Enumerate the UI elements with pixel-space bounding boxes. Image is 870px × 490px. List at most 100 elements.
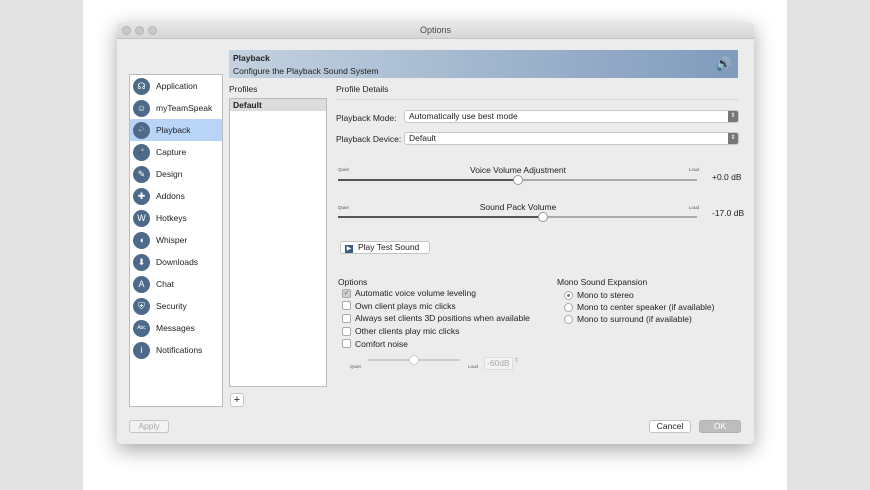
ok-button[interactable]: OK: [699, 420, 741, 433]
checkbox[interactable]: [342, 313, 351, 323]
play-test-sound-button[interactable]: ▶ Play Test Sound: [340, 241, 430, 254]
option-checkbox[interactable]: Always set clients 3D positions when ava…: [342, 312, 530, 325]
cancel-button[interactable]: Cancel: [649, 420, 691, 433]
sidebar-item-label: Messages: [156, 323, 195, 333]
sidebar-item-addons[interactable]: ✚ Addons: [130, 185, 222, 207]
voice-volume-value: +0.0 dB: [712, 172, 742, 182]
add-profile-button[interactable]: +: [230, 393, 244, 407]
sidebar-item-design[interactable]: ✎ Design: [130, 163, 222, 185]
option-label: Automatic voice volume leveling: [355, 288, 476, 299]
minimize-button[interactable]: [135, 26, 144, 35]
slider-thumb[interactable]: [409, 355, 419, 365]
option-checkbox[interactable]: ✓ Automatic voice volume leveling: [342, 287, 530, 300]
messages-icon: Abc: [133, 319, 150, 337]
page-header: Playback Configure the Playback Sound Sy…: [229, 50, 738, 78]
mono-radio-option[interactable]: Mono to stereo: [564, 289, 715, 301]
sidebar-item-capture[interactable]: 🎤 Capture: [130, 141, 222, 163]
sidebar-item-security[interactable]: ⛨ Security: [130, 295, 222, 317]
option-label: Other clients play mic clicks: [355, 326, 460, 337]
sidebar-item-label: Hotkeys: [156, 213, 187, 223]
chevron-updown-icon: ⇕: [728, 111, 738, 122]
title-bar: Options: [117, 22, 754, 39]
mono-expansion-label: Mono Sound Expansion: [557, 277, 648, 287]
download-icon: ⬇: [133, 253, 150, 271]
option-label: Own client plays mic clicks: [355, 300, 456, 311]
checkbox[interactable]: ✓: [342, 288, 351, 298]
comfort-noise-input[interactable]: -60dB: [484, 357, 513, 370]
sound-pack-value: -17.0 dB: [712, 208, 745, 218]
option-checkbox[interactable]: Own client plays mic clicks: [342, 300, 530, 313]
play-icon: ▶: [345, 245, 353, 253]
apply-button[interactable]: Apply: [129, 420, 169, 433]
playback-mode-select[interactable]: Automatically use best mode ⇕: [404, 110, 739, 123]
soundpack-loud-label: Loud: [689, 205, 700, 210]
comfort-loud-label: Loud: [468, 364, 479, 369]
playback-device-value: Default: [409, 133, 436, 143]
sound-pack-label: Sound Pack Volume: [479, 202, 557, 212]
slider-thumb[interactable]: [537, 212, 548, 222]
headset-icon: ☊: [133, 77, 150, 95]
playback-device-label: Playback Device:: [336, 134, 402, 144]
sidebar-item-label: Design: [156, 169, 183, 179]
slider-thumb[interactable]: [512, 175, 523, 185]
page-title: Playback: [233, 53, 270, 63]
sidebar-item-playback[interactable]: 🔊 Playback: [130, 119, 222, 141]
options-label: Options: [338, 277, 368, 287]
mono-options: Mono to stereo Mono to center speaker (if…: [564, 289, 715, 325]
mono-radio-option[interactable]: Mono to center speaker (if available): [564, 301, 715, 313]
sidebar-item-chat[interactable]: A Chat: [130, 273, 222, 295]
radio-label: Mono to surround (if available): [577, 314, 692, 324]
sidebar-item-label: Downloads: [156, 257, 199, 267]
checkbox[interactable]: [342, 339, 351, 349]
sound-pack-slider[interactable]: [338, 212, 697, 222]
page-subtitle: Configure the Playback Sound System: [233, 66, 379, 76]
sidebar-item-whisper[interactable]: ◖ Whisper: [130, 229, 222, 251]
voice-volume-slider[interactable]: [338, 175, 697, 185]
speaker-icon: 🔊: [715, 56, 732, 71]
sidebar-item-hotkeys[interactable]: W Hotkeys: [130, 207, 222, 229]
microphone-icon: 🎤: [133, 143, 150, 161]
sidebar-item-myteamspeak[interactable]: ☺ myTeamSpeak: [130, 97, 222, 119]
stepper-icon[interactable]: ⇕: [514, 357, 519, 364]
mono-radio-option[interactable]: Mono to surround (if available): [564, 313, 715, 325]
sidebar-item-label: Addons: [156, 191, 185, 201]
profile-details-label: Profile Details: [336, 84, 389, 94]
comfort-noise-slider[interactable]: [368, 355, 460, 365]
sidebar-item-label: Application: [156, 81, 198, 91]
slider-fill: [338, 216, 543, 218]
sidebar-item-label: Security: [156, 301, 187, 311]
radio-label: Mono to center speaker (if available): [577, 302, 715, 312]
keyboard-icon: W: [133, 209, 150, 227]
radio-button[interactable]: [564, 290, 573, 300]
profiles-list[interactable]: Default: [229, 98, 327, 387]
pen-icon: ✎: [133, 165, 150, 183]
checkbox[interactable]: [342, 326, 351, 336]
sidebar-item-downloads[interactable]: ⬇ Downloads: [130, 251, 222, 273]
options-list: ✓ Automatic voice volume leveling Own clie…: [342, 287, 530, 350]
sidebar: ☊ Application ☺ myTeamSpeak 🔊 Playback 🎤 Captur…: [129, 74, 223, 407]
sidebar-item-messages[interactable]: Abc Messages: [130, 317, 222, 339]
option-checkbox[interactable]: Comfort noise: [342, 337, 530, 350]
checkbox[interactable]: [342, 301, 351, 311]
playback-device-select[interactable]: Default ⇕: [404, 132, 739, 145]
options-window: Options ☊ Application ☺ myTeamSpeak 🔊 Playbac…: [117, 22, 754, 444]
sidebar-item-notifications[interactable]: i Notifications: [130, 339, 222, 361]
option-label: Comfort noise: [355, 338, 408, 349]
option-checkbox[interactable]: Other clients play mic clicks: [342, 325, 530, 338]
chat-icon: A: [133, 275, 150, 293]
sidebar-item-label: myTeamSpeak: [156, 103, 213, 113]
sidebar-item-label: Playback: [156, 125, 191, 135]
radio-button[interactable]: [564, 314, 573, 324]
radio-button[interactable]: [564, 302, 573, 312]
shield-icon: ⛨: [133, 297, 150, 315]
sidebar-item-application[interactable]: ☊ Application: [130, 75, 222, 97]
sidebar-item-label: Capture: [156, 147, 187, 157]
whisper-icon: ◖: [133, 231, 150, 249]
close-button[interactable]: [122, 26, 131, 35]
play-test-label: Play Test Sound: [358, 242, 420, 252]
puzzle-icon: ✚: [133, 187, 150, 205]
profile-item-default[interactable]: Default: [230, 99, 326, 111]
user-icon: ☺: [133, 99, 150, 117]
slider-fill: [368, 359, 414, 361]
zoom-button[interactable]: [148, 26, 157, 35]
